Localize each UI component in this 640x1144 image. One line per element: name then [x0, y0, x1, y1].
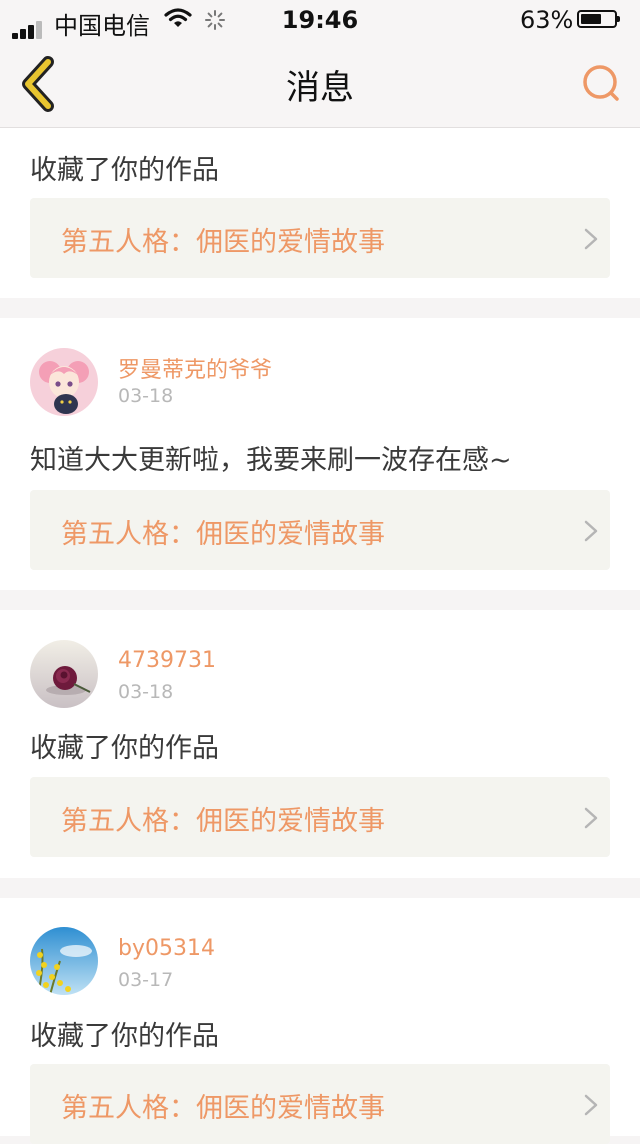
message-text: 收藏了你的作品 — [30, 155, 219, 186]
message-card: 罗曼蒂克的爷爷 03-18 知道大大更新啦，我要来刷一波存在感~ 第五人格：佣医… — [0, 318, 640, 590]
search-icon — [583, 65, 619, 101]
message-date: 03-17 — [118, 969, 174, 991]
work-link[interactable]: 第五人格：佣医的爱情故事 — [30, 1064, 610, 1144]
chevron-right-icon — [584, 807, 598, 829]
work-link[interactable]: 第五人格：佣医的爱情故事 — [30, 198, 610, 278]
message-date: 03-18 — [118, 681, 174, 703]
chevron-left-icon — [22, 56, 54, 112]
chevron-right-icon — [584, 520, 598, 542]
work-link[interactable]: 第五人格：佣医的爱情故事 — [30, 777, 610, 857]
message-text: 知道大大更新啦，我要来刷一波存在感~ — [30, 445, 512, 476]
work-title: 第五人格：佣医的爱情故事 — [61, 227, 385, 258]
username[interactable]: 4739731 — [118, 648, 216, 673]
flowers-sky-avatar-image — [30, 927, 98, 995]
loading-spinner-icon — [204, 9, 226, 37]
signal-icon — [12, 11, 44, 39]
work-title: 第五人格：佣医的爱情故事 — [61, 519, 385, 550]
avatar[interactable] — [30, 348, 98, 416]
avatar[interactable] — [30, 927, 98, 995]
message-text: 收藏了你的作品 — [30, 733, 219, 764]
status-bar: 中国电信 19:46 63% — [0, 0, 640, 40]
chevron-right-icon — [584, 1094, 598, 1116]
message-text: 收藏了你的作品 — [30, 1021, 219, 1052]
battery-icon — [577, 10, 620, 28]
search-button[interactable] — [576, 58, 626, 108]
carrier-name: 中国电信 — [54, 12, 150, 40]
message-card: by05314 03-17 收藏了你的作品 第五人格：佣医的爱情故事 — [0, 898, 640, 1144]
message-card: 4739731 03-18 收藏了你的作品 第五人格：佣医的爱情故事 — [0, 610, 640, 878]
message-date: 03-18 — [118, 385, 174, 407]
rose-avatar-image — [30, 640, 98, 708]
work-title: 第五人格：佣医的爱情故事 — [61, 806, 385, 837]
battery-percent: 63% — [520, 6, 574, 34]
username[interactable]: by05314 — [118, 936, 215, 961]
nav-bar: 消息 — [0, 40, 640, 128]
wifi-icon — [164, 7, 192, 35]
chevron-right-icon — [584, 228, 598, 250]
work-link[interactable]: 第五人格：佣医的爱情故事 — [30, 490, 610, 570]
username[interactable]: 罗曼蒂克的爷爷 — [118, 352, 272, 384]
work-title: 第五人格：佣医的爱情故事 — [61, 1093, 385, 1124]
message-card: 收藏了你的作品 第五人格：佣医的爱情故事 — [0, 128, 640, 298]
page-title: 消息 — [286, 68, 354, 108]
back-button[interactable] — [14, 54, 74, 114]
anime-girl-avatar-image — [30, 348, 98, 416]
avatar[interactable] — [30, 640, 98, 708]
